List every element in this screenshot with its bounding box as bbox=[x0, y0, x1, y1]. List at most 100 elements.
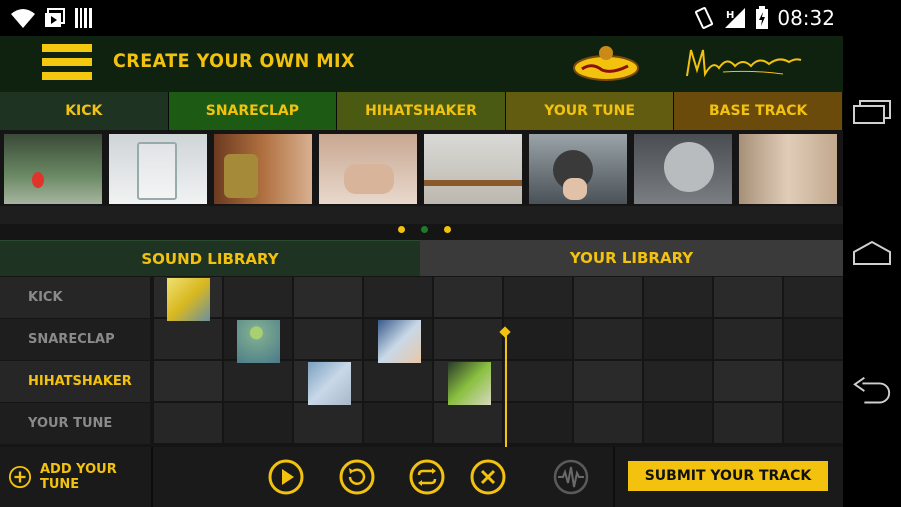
clock: 08:32 bbox=[777, 6, 835, 30]
sound-thumbnail-strip bbox=[0, 134, 843, 204]
grid-cell[interactable] bbox=[364, 403, 432, 443]
home-button[interactable] bbox=[851, 233, 893, 273]
grid-cell[interactable] bbox=[504, 403, 572, 443]
make-your-own-logo bbox=[686, 49, 802, 78]
menu-bar-icon bbox=[42, 58, 92, 66]
tab-sound-library[interactable]: SOUND LIBRARY bbox=[0, 240, 420, 276]
submit-area: SUBMIT YOUR TRACK bbox=[615, 447, 843, 507]
sound-thumbnail[interactable] bbox=[319, 134, 417, 204]
grid-cell[interactable] bbox=[224, 277, 292, 317]
add-circle-icon bbox=[8, 465, 32, 489]
category-tabs: KICK SNARECLAP HIHATSHAKER YOUR TUNE BAS… bbox=[0, 92, 843, 130]
placed-sample[interactable] bbox=[308, 362, 351, 405]
sound-thumbnail[interactable] bbox=[424, 134, 522, 204]
grid-cell[interactable] bbox=[224, 361, 292, 401]
page-indicator bbox=[0, 226, 843, 238]
back-button[interactable] bbox=[851, 372, 893, 412]
sound-thumbnail[interactable] bbox=[4, 134, 102, 204]
menu-button[interactable] bbox=[40, 41, 94, 85]
grid-cell[interactable] bbox=[714, 361, 782, 401]
playhead[interactable] bbox=[505, 331, 507, 449]
menu-bar-icon bbox=[42, 72, 92, 80]
app-header: CREATE YOUR OWN MIX bbox=[0, 36, 843, 92]
tab-snareclap[interactable]: SNARECLAP bbox=[168, 92, 338, 130]
sequencer-grid bbox=[154, 277, 843, 447]
grid-cell[interactable] bbox=[574, 277, 642, 317]
mix-app: CREATE YOUR OWN MIX KICK SNARECLAP HIHAT… bbox=[0, 36, 843, 507]
page-dot[interactable] bbox=[421, 226, 428, 233]
battery-icon bbox=[756, 6, 769, 29]
clear-icon[interactable] bbox=[470, 459, 506, 495]
grid-cell[interactable] bbox=[784, 361, 843, 401]
grid-cell[interactable] bbox=[644, 319, 712, 359]
grid-cell[interactable] bbox=[294, 277, 362, 317]
tab-kick[interactable]: KICK bbox=[0, 92, 169, 130]
bottom-toolbar: ADD YOUR TUNE SUBMIT YOUR TRACK bbox=[0, 447, 843, 507]
grid-cell[interactable] bbox=[714, 403, 782, 443]
library-tabs: SOUND LIBRARY YOUR LIBRARY bbox=[0, 240, 843, 276]
track-label-kick[interactable]: KICK bbox=[0, 277, 150, 318]
tab-your-tune[interactable]: YOUR TUNE bbox=[505, 92, 675, 130]
grid-cell[interactable] bbox=[714, 277, 782, 317]
waveform-icon[interactable] bbox=[553, 459, 589, 495]
play-icon[interactable] bbox=[268, 459, 304, 495]
thumbnail-footer bbox=[0, 206, 843, 224]
menu-bar-icon bbox=[42, 44, 92, 52]
signature-brand-logo bbox=[573, 46, 639, 81]
grid-cell[interactable] bbox=[154, 319, 222, 359]
tab-base-track[interactable]: BASE TRACK bbox=[674, 92, 843, 130]
submit-track-button[interactable]: SUBMIT YOUR TRACK bbox=[628, 461, 828, 491]
add-your-tune-button[interactable]: ADD YOUR TUNE bbox=[0, 447, 151, 507]
recent-apps-button[interactable] bbox=[851, 92, 893, 132]
track-labels: KICK SNARECLAP HIHATSHAKER YOUR TUNE bbox=[0, 277, 152, 447]
grid-cell[interactable] bbox=[364, 277, 432, 317]
grid-cell[interactable] bbox=[504, 319, 572, 359]
sound-thumbnail[interactable] bbox=[529, 134, 627, 204]
sound-thumbnail[interactable] bbox=[214, 134, 312, 204]
undo-icon[interactable] bbox=[339, 459, 375, 495]
system-nav-bar bbox=[843, 0, 901, 507]
grid-cell[interactable] bbox=[644, 361, 712, 401]
loop-icon[interactable] bbox=[409, 459, 445, 495]
placed-sample[interactable] bbox=[448, 362, 491, 405]
grid-cell[interactable] bbox=[434, 403, 502, 443]
signal-icon: H bbox=[725, 8, 746, 28]
track-label-hihatshaker[interactable]: HIHATSHAKER bbox=[0, 361, 150, 402]
tab-hihatshaker[interactable]: HIHATSHAKER bbox=[337, 92, 506, 130]
recent-apps-icon bbox=[853, 100, 891, 124]
grid-cell[interactable] bbox=[154, 403, 222, 443]
placed-sample[interactable] bbox=[237, 320, 280, 363]
grid-cell[interactable] bbox=[434, 277, 502, 317]
grid-cell[interactable] bbox=[644, 403, 712, 443]
tab-your-library[interactable]: YOUR LIBRARY bbox=[420, 240, 843, 276]
placed-sample[interactable] bbox=[378, 320, 421, 363]
track-label-snareclap[interactable]: SNARECLAP bbox=[0, 319, 150, 360]
page-dot[interactable] bbox=[398, 226, 405, 233]
grid-cell[interactable] bbox=[784, 403, 843, 443]
track-label-your-tune[interactable]: YOUR TUNE bbox=[0, 403, 150, 444]
photo-gallery-icon bbox=[45, 8, 65, 27]
grid-cell[interactable] bbox=[784, 319, 843, 359]
sound-thumbnail[interactable] bbox=[109, 134, 207, 204]
grid-cell[interactable] bbox=[574, 319, 642, 359]
grid-cell[interactable] bbox=[714, 319, 782, 359]
grid-cell[interactable] bbox=[154, 361, 222, 401]
page-title: CREATE YOUR OWN MIX bbox=[113, 50, 355, 72]
placed-sample[interactable] bbox=[167, 278, 210, 321]
grid-cell[interactable] bbox=[294, 403, 362, 443]
grid-cell[interactable] bbox=[364, 361, 432, 401]
vibrate-icon bbox=[695, 7, 714, 29]
grid-cell[interactable] bbox=[504, 277, 572, 317]
grid-cell[interactable] bbox=[784, 277, 843, 317]
grid-cell[interactable] bbox=[294, 319, 362, 359]
sound-thumbnail[interactable] bbox=[634, 134, 732, 204]
sound-thumbnail[interactable] bbox=[739, 134, 837, 204]
grid-cell[interactable] bbox=[644, 277, 712, 317]
grid-cell[interactable] bbox=[574, 403, 642, 443]
playback-controls bbox=[153, 447, 613, 507]
grid-cell[interactable] bbox=[574, 361, 642, 401]
grid-cell[interactable] bbox=[434, 319, 502, 359]
grid-cell[interactable] bbox=[504, 361, 572, 401]
page-dot[interactable] bbox=[444, 226, 451, 233]
grid-cell[interactable] bbox=[224, 403, 292, 443]
